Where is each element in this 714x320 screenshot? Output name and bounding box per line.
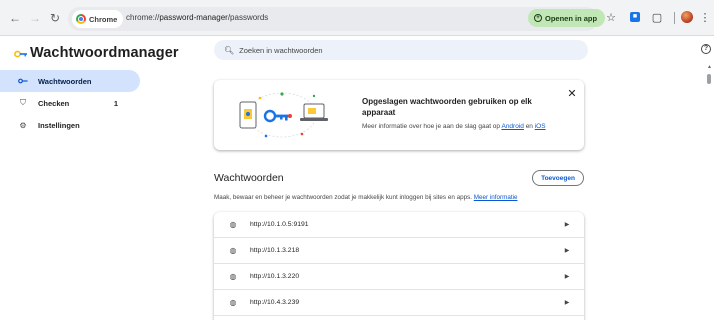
- url-host: password-manager: [159, 13, 228, 22]
- address-bar[interactable]: Chrome chrome://password-manager/passwor…: [68, 7, 598, 31]
- chevron-right-icon: ▶: [564, 248, 570, 254]
- section-description-text: Maak, bewaar en beheer je wachtwoorden z…: [214, 194, 472, 201]
- promo-title: Opgeslagen wachtwoorden gebruiken op elk…: [362, 97, 532, 117]
- learn-more-link[interactable]: Meer informatie: [474, 194, 518, 201]
- section-title: Wachtwoorden: [214, 172, 284, 184]
- add-password-button[interactable]: Toevoegen: [532, 170, 584, 186]
- list-item[interactable]: ◍ http://10.4.3.239 ▶: [214, 290, 584, 316]
- url-path: /passwords: [227, 13, 269, 22]
- sidebar-item-passwords[interactable]: Wachtwoorden: [0, 70, 140, 92]
- sidebar-item-label: Instellingen: [38, 120, 80, 130]
- devices-illustration: [239, 92, 328, 138]
- bookmark-star-icon[interactable]: ☆: [604, 10, 618, 24]
- password-list: ◍ http://10.1.0.5:9191 ▶ ◍ http://10.1.3…: [214, 212, 584, 320]
- url-text[interactable]: chrome://password-manager/passwords: [126, 13, 268, 22]
- chevron-right-icon: ▶: [564, 300, 570, 306]
- open-app-icon: +: [534, 14, 542, 22]
- checkup-count-badge: 1: [113, 98, 118, 108]
- promo-body: Meer informatie over hoe je aan de slag …: [362, 122, 562, 132]
- back-icon[interactable]: ←: [8, 11, 22, 25]
- globe-icon: ◍: [229, 246, 237, 255]
- sidebar-item-label: Checken: [38, 98, 70, 108]
- sidebar-item-label: Wachtwoorden: [38, 76, 92, 86]
- key-icon: [18, 77, 28, 86]
- url-scheme: chrome://: [126, 13, 160, 22]
- promo-body-text: Meer informatie over hoe je aan de slag …: [362, 123, 502, 130]
- globe-icon: ◍: [229, 272, 237, 281]
- open-in-app-button[interactable]: + Openen in app: [528, 9, 606, 27]
- toolbar-divider: [674, 12, 675, 24]
- menu-kebab-icon[interactable]: ⋮: [698, 10, 712, 24]
- reload-icon[interactable]: ↻: [48, 11, 62, 25]
- site-url: http://10.1.0.5:9191: [250, 221, 309, 228]
- list-item[interactable]: ◍ http://10.1.3.218 ▶: [214, 238, 584, 264]
- site-url: http://10.1.3.218: [250, 247, 300, 254]
- sidebar-item-checkup[interactable]: ⛉ Checken 1: [0, 92, 140, 114]
- search-icon: 🔍︎: [224, 45, 235, 55]
- search-bar[interactable]: 🔍︎: [214, 40, 588, 60]
- close-promo-button[interactable]: ✕: [566, 88, 578, 100]
- forward-icon[interactable]: →: [28, 11, 42, 25]
- page-title: Wachtwoordmanager: [30, 45, 179, 61]
- close-icon: ✕: [567, 88, 577, 100]
- side-panel-icon[interactable]: ▢: [650, 10, 664, 24]
- scroll-up-arrow-icon[interactable]: ▲: [707, 64, 712, 70]
- android-link[interactable]: Android: [501, 123, 523, 130]
- promo-body-and: en: [523, 123, 535, 130]
- site-url: http://10.1.3.220: [250, 273, 300, 280]
- chrome-logo-icon: [76, 14, 86, 24]
- browser-toolbar: ← → ↻ Chrome chrome://password-manager/p…: [0, 0, 714, 36]
- section-description: Maak, bewaar en beheer je wachtwoorden z…: [214, 194, 517, 201]
- chevron-right-icon: ▶: [564, 274, 570, 280]
- globe-icon: ◍: [229, 220, 237, 229]
- globe-icon: ◍: [229, 298, 237, 307]
- list-item[interactable]: ◍ http://10.1.3.220 ▶: [214, 264, 584, 290]
- scrollbar-thumb[interactable]: [707, 74, 711, 84]
- gear-icon: ⚙: [19, 120, 27, 130]
- sync-promo-card: Opgeslagen wachtwoorden gebruiken op elk…: [214, 80, 584, 150]
- ios-link[interactable]: iOS: [535, 123, 546, 130]
- site-url: http://10.4.3.239: [250, 299, 300, 306]
- password-manager-logo-icon: [14, 50, 28, 61]
- checkup-icon: ⛉: [20, 98, 26, 107]
- profile-avatar[interactable]: [680, 10, 694, 24]
- site-chip-label: Chrome: [89, 14, 118, 24]
- help-icon[interactable]: ?: [701, 44, 711, 54]
- sidebar-item-settings[interactable]: ⚙ Instellingen: [0, 114, 140, 136]
- search-input[interactable]: [239, 45, 560, 55]
- site-info-chip[interactable]: Chrome: [72, 10, 124, 28]
- chevron-right-icon: ▶: [564, 222, 570, 228]
- list-item[interactable]: ◍ http://10.1.0.5:9191 ▶: [214, 212, 584, 238]
- open-in-app-label: Openen in app: [545, 13, 598, 23]
- extension-icon[interactable]: ■: [628, 10, 642, 24]
